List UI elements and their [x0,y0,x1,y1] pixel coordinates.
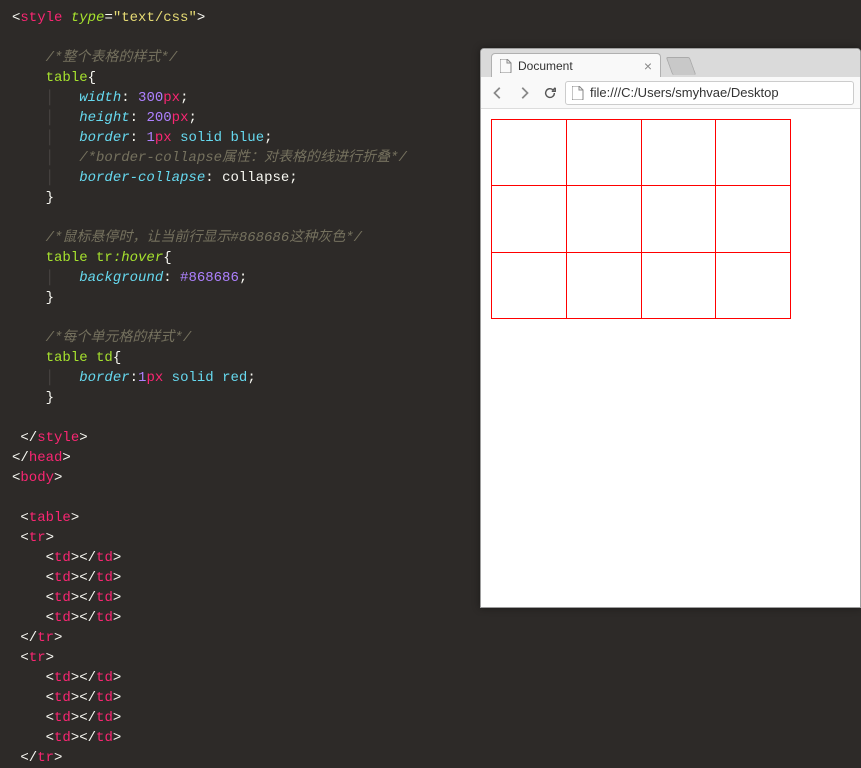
close-icon[interactable]: × [644,59,652,73]
tag-table: table [29,510,71,526]
tag-tr: tr [29,530,46,546]
tab-title: Document [518,59,573,73]
forward-button[interactable] [513,82,535,104]
document-icon [500,59,512,73]
string-textcss: "text/css" [113,10,197,26]
selector-tr: table tr [46,250,113,266]
demo-table [491,119,791,319]
document-icon [572,86,584,100]
selector-td: table td [46,350,113,366]
reload-button[interactable] [539,82,561,104]
new-tab-button[interactable] [666,57,697,75]
arrow-right-icon [517,86,531,100]
prop-border-collapse: border-collapse [79,170,205,186]
table-row[interactable] [492,252,791,318]
attr-type: type [71,10,105,26]
url-text: file:///C:/Users/smyhvae/Desktop [590,85,779,100]
comment: /*border-collapse属性：对表格的线进行折叠*/ [79,150,407,166]
comment: /*鼠标悬停时，让当前行显示#868686这种灰色*/ [46,230,362,246]
table-row[interactable] [492,120,791,186]
prop-height: height [79,110,129,126]
table-row[interactable] [492,186,791,252]
comment: /*每个单元格的样式*/ [46,330,192,346]
address-bar[interactable]: file:///C:/Users/smyhvae/Desktop [565,81,854,105]
tag-td: td [54,550,71,566]
prop-border: border [79,130,129,146]
browser-window: Document × file:///C:/Users/smyhvae/Desk… [480,48,861,608]
back-button[interactable] [487,82,509,104]
browser-tab[interactable]: Document × [491,53,661,77]
prop-width: width [79,90,121,106]
tag-style: style [20,10,62,26]
tag-head: head [29,450,63,466]
prop-background: background [79,270,163,286]
browser-toolbar: file:///C:/Users/smyhvae/Desktop [481,77,860,109]
arrow-left-icon [491,86,505,100]
browser-viewport [481,109,860,607]
tag-body: body [20,470,54,486]
selector-table: table [46,70,88,86]
reload-icon [543,86,557,100]
comment: /*整个表格的样式*/ [46,50,178,66]
tab-strip: Document × [481,49,860,77]
